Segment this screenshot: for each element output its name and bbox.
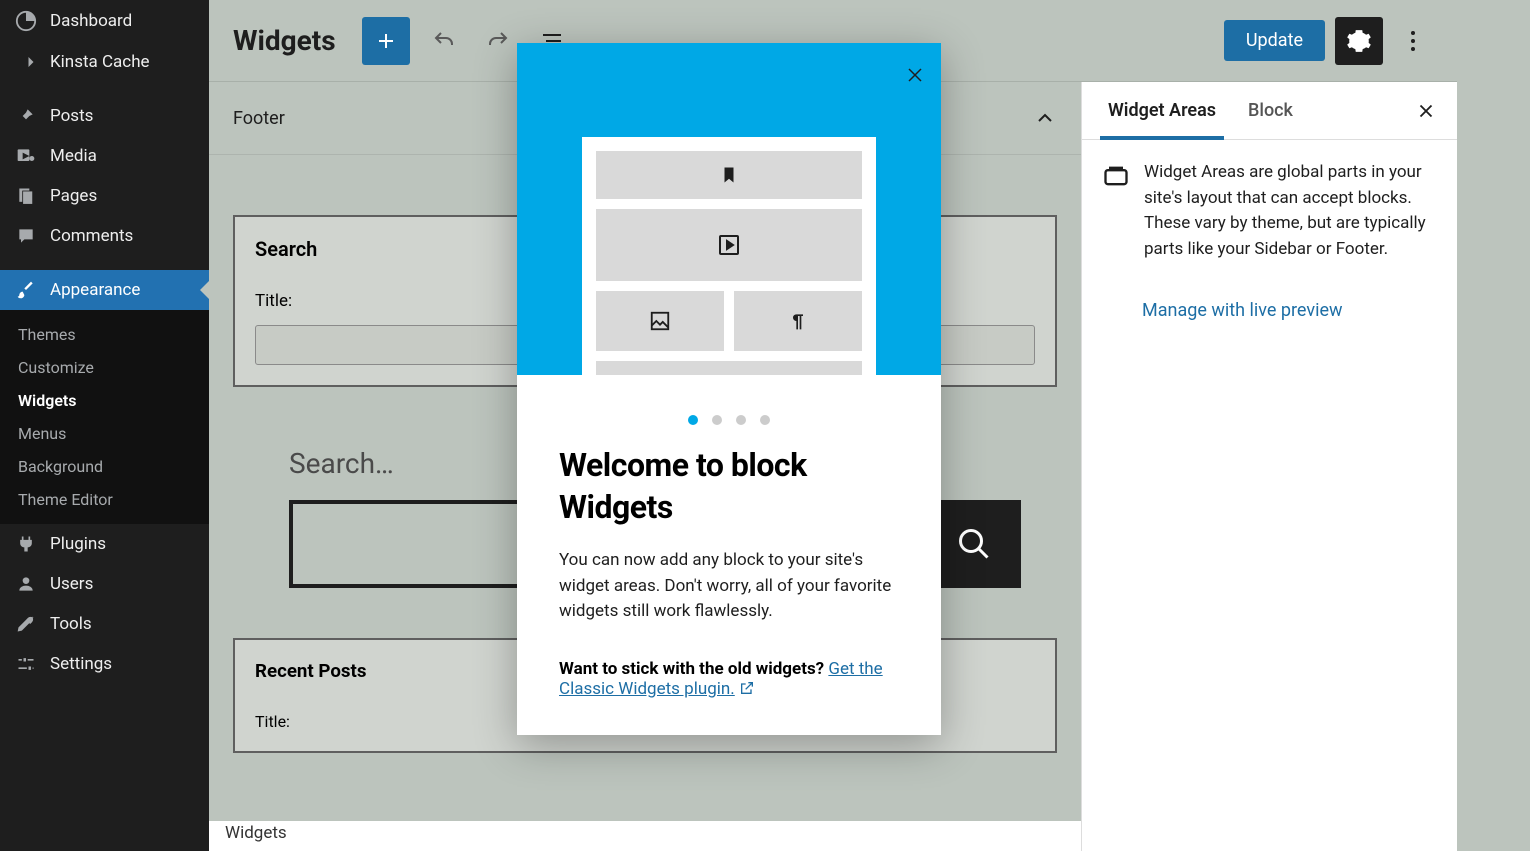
nav-label: Users [50,574,93,594]
add-block-button[interactable] [362,17,410,65]
sidebar-item-comments[interactable]: Comments [0,216,209,256]
modal-body: Welcome to block Widgets You can now add… [517,375,941,735]
submenu-widgets[interactable]: Widgets [0,384,209,417]
submenu-themes[interactable]: Themes [0,318,209,351]
settings-button[interactable] [1335,17,1383,65]
sliders-icon [14,654,38,674]
page-scrollbar[interactable] [1457,0,1530,851]
bookmark-icon [720,165,738,185]
sidebar-item-appearance[interactable]: Appearance [0,270,209,310]
dot-3[interactable] [736,415,746,425]
sidebar-appearance-submenu: Themes Customize Widgets Menus Backgroun… [0,310,209,524]
sidebar-item-tools[interactable]: Tools [0,604,209,644]
media-icon [14,146,38,166]
dot-2[interactable] [712,415,722,425]
page-title: Widgets [233,24,336,57]
modal-title: Welcome to block Widgets [559,445,899,528]
modal-text: You can now add any block to your site's… [559,548,899,625]
paragraph-icon [788,309,808,333]
submenu-background[interactable]: Background [0,450,209,483]
admin-sidebar: Dashboard Kinsta Cache Posts Media Pages… [0,0,209,851]
sidebar-item-settings[interactable]: Settings [0,644,209,684]
tools-icon [14,614,38,634]
field-label: Title: [255,712,290,731]
tab-widget-areas[interactable]: Widget Areas [1092,82,1232,139]
sidebar-item-plugins[interactable]: Plugins [0,524,209,564]
widget-area-icon [1102,162,1130,262]
modal-hero [517,43,941,375]
submenu-theme-editor[interactable]: Theme Editor [0,483,209,516]
live-preview-link[interactable]: Manage with live preview [1082,282,1457,321]
kinsta-icon [14,52,38,72]
settings-tabs: Widget Areas Block [1082,82,1457,140]
update-button[interactable]: Update [1224,20,1325,61]
block-breadcrumb[interactable]: Widgets [209,821,1081,851]
sidebar-item-dashboard[interactable]: Dashboard [0,0,209,42]
nav-label: Appearance [50,280,140,300]
pages-icon [14,186,38,206]
submenu-menus[interactable]: Menus [0,417,209,450]
sidebar-item-posts[interactable]: Posts [0,96,209,136]
nav-label: Settings [50,654,112,674]
nav-label: Plugins [50,534,106,554]
undo-button[interactable] [424,21,464,61]
tab-block[interactable]: Block [1232,82,1309,139]
users-icon [14,574,38,594]
nav-label: Dashboard [50,11,132,31]
settings-sidebar: Widget Areas Block Widget Areas are glob… [1081,82,1457,851]
sidebar-item-kinsta[interactable]: Kinsta Cache [0,42,209,82]
chevron-up-icon [1033,106,1057,130]
nav-label: Pages [50,186,97,206]
comments-icon [14,226,38,246]
external-link-icon [739,679,755,699]
submenu-customize[interactable]: Customize [0,351,209,384]
modal-footer: Want to stick with the old widgets? Get … [559,659,899,699]
close-modal-button[interactable] [903,63,927,87]
nav-label: Media [50,146,97,166]
dot-4[interactable] [760,415,770,425]
play-icon [717,233,741,257]
close-settings-button[interactable] [1405,94,1447,128]
widget-area-description: Widget Areas are global parts in your si… [1144,160,1437,262]
nav-label: Kinsta Cache [50,52,150,72]
nav-label: Comments [50,226,133,246]
welcome-modal: Welcome to block Widgets You can now add… [517,43,941,735]
dashboard-icon [14,10,38,32]
plug-icon [14,534,38,554]
more-options-button[interactable] [1393,17,1433,65]
sidebar-item-pages[interactable]: Pages [0,176,209,216]
dot-1[interactable] [688,415,698,425]
redo-button[interactable] [478,21,518,61]
pin-icon [14,106,38,126]
modal-illustration [582,137,876,375]
nav-label: Tools [50,614,92,634]
modal-pagination-dots [559,401,899,445]
nav-label: Posts [50,106,93,126]
brush-icon [14,280,38,300]
image-icon [649,310,671,332]
area-label: Footer [233,108,285,129]
modal-footer-strong: Want to stick with the old widgets? [559,659,824,679]
search-preview-button[interactable] [927,500,1021,588]
sidebar-item-media[interactable]: Media [0,136,209,176]
sidebar-item-users[interactable]: Users [0,564,209,604]
